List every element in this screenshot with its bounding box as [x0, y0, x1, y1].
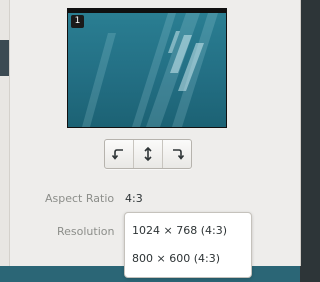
rotate-left-icon [112, 149, 123, 160]
rotation-button-group [104, 139, 192, 169]
left-panel-item [0, 40, 9, 76]
aspect-ratio-value: 4:3 [125, 192, 143, 205]
resolution-option[interactable]: 800 × 600 (4:3) [125, 245, 251, 273]
aspect-ratio-label: Aspect Ratio [45, 192, 115, 205]
monitor-preview[interactable]: 1 [67, 8, 227, 128]
wallpaper-streaks [82, 13, 218, 127]
rotate-right-button[interactable] [163, 140, 191, 168]
resolution-option[interactable]: 1024 × 768 (4:3) [125, 217, 251, 245]
rotate-left-button[interactable] [105, 140, 134, 168]
wallpaper-preview [68, 13, 226, 127]
left-panel-edge [0, 0, 10, 266]
rotate-right-icon [173, 149, 184, 160]
resolution-label: Resolution [57, 225, 115, 238]
flip-vertical-icon [144, 146, 152, 162]
flip-button[interactable] [134, 140, 163, 168]
resolution-dropdown-popover: 1024 × 768 (4:3) 800 × 600 (4:3) [124, 212, 252, 278]
monitor-number-badge: 1 [71, 15, 84, 28]
